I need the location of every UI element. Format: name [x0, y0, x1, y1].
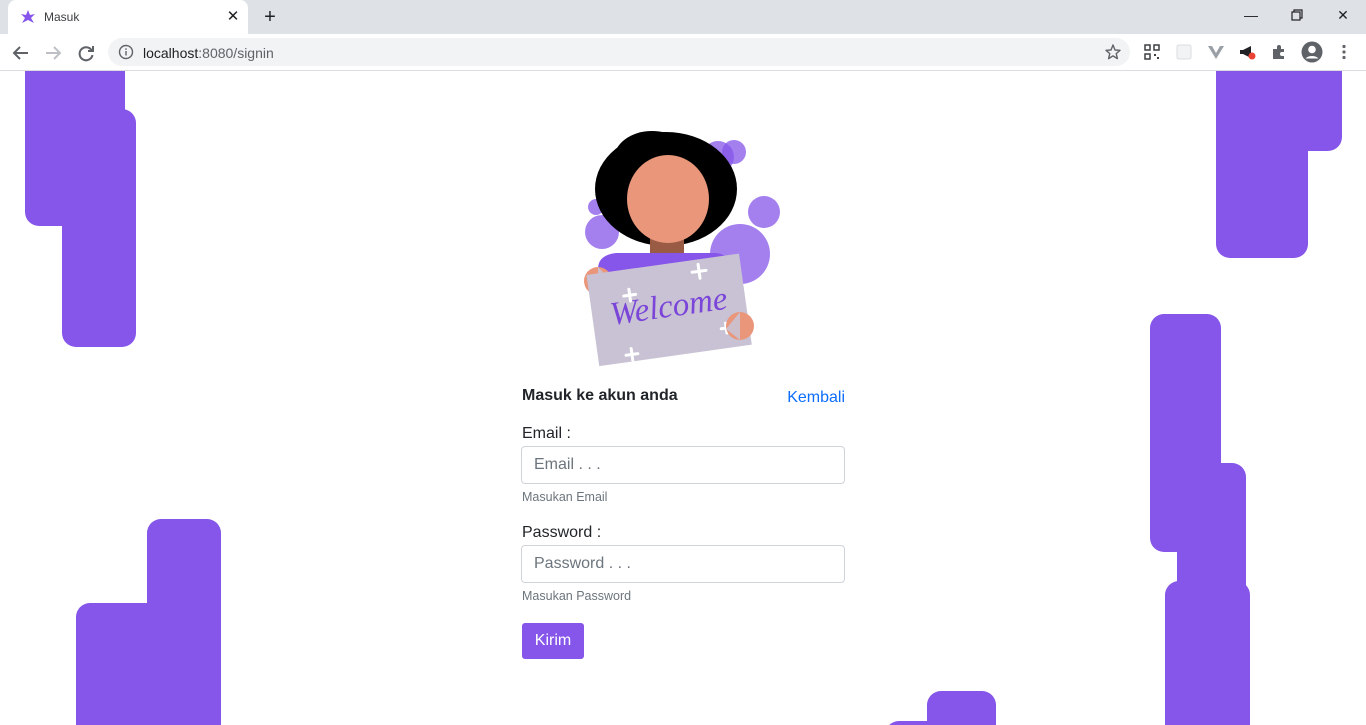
decor-block [62, 109, 136, 347]
back-icon[interactable] [8, 40, 34, 66]
browser-toolbar: localhost:8080/signin [0, 34, 1366, 71]
menu-kebab-icon[interactable] [1335, 43, 1353, 61]
forward-icon[interactable] [40, 40, 66, 66]
new-tab-icon[interactable]: + [258, 6, 282, 28]
submit-button[interactable]: Kirim [522, 623, 584, 659]
vue-devtools-icon[interactable] [1207, 43, 1225, 61]
decor-block [885, 721, 945, 725]
back-link[interactable]: Kembali [787, 389, 845, 407]
decor-block [1165, 581, 1250, 725]
restore-icon[interactable] [1274, 0, 1320, 30]
extension-box-icon[interactable] [1175, 43, 1193, 61]
form-header: Masuk ke akun anda Kembali [522, 383, 845, 413]
email-help-text: Masukan Email [522, 490, 608, 504]
form-title: Masuk ke akun anda [522, 387, 678, 404]
qr-code-icon[interactable] [1143, 43, 1161, 61]
welcome-illustration: Welcome [584, 131, 780, 367]
tab-title: Masuk [44, 10, 80, 24]
url-text[interactable]: localhost:8080/signin [143, 45, 274, 61]
reload-icon[interactable] [73, 40, 99, 66]
address-bar[interactable]: localhost:8080/signin [108, 38, 1130, 66]
signin-form: Masuk ke akun anda Kembali Email : Masuk… [521, 383, 845, 659]
close-window-icon[interactable]: ✕ [1320, 0, 1366, 30]
extensions-puzzle-icon[interactable] [1270, 43, 1288, 61]
bookmark-star-icon[interactable] [1104, 43, 1122, 61]
browser-tab[interactable]: Masuk ✕ [8, 0, 248, 34]
minimize-icon[interactable]: — [1228, 0, 1274, 30]
password-field[interactable] [521, 545, 845, 583]
decor-block [76, 603, 166, 725]
password-help-text: Masukan Password [522, 589, 632, 603]
email-field[interactable] [521, 446, 845, 484]
decor-block [927, 691, 996, 725]
megaphone-icon[interactable] [1238, 43, 1256, 61]
tab-strip: Masuk ✕ + — ✕ [0, 0, 1366, 34]
profile-avatar-icon[interactable] [1301, 41, 1323, 63]
site-info-icon[interactable] [118, 44, 134, 60]
signin-page: Welcome Masuk ke akun anda Kembali Email… [0, 71, 1366, 725]
favicon-icon [21, 10, 35, 23]
password-label: Password : [522, 524, 602, 541]
tab-close-icon[interactable]: ✕ [224, 8, 242, 26]
decor-block [1216, 71, 1308, 258]
email-label: Email : [522, 425, 571, 442]
